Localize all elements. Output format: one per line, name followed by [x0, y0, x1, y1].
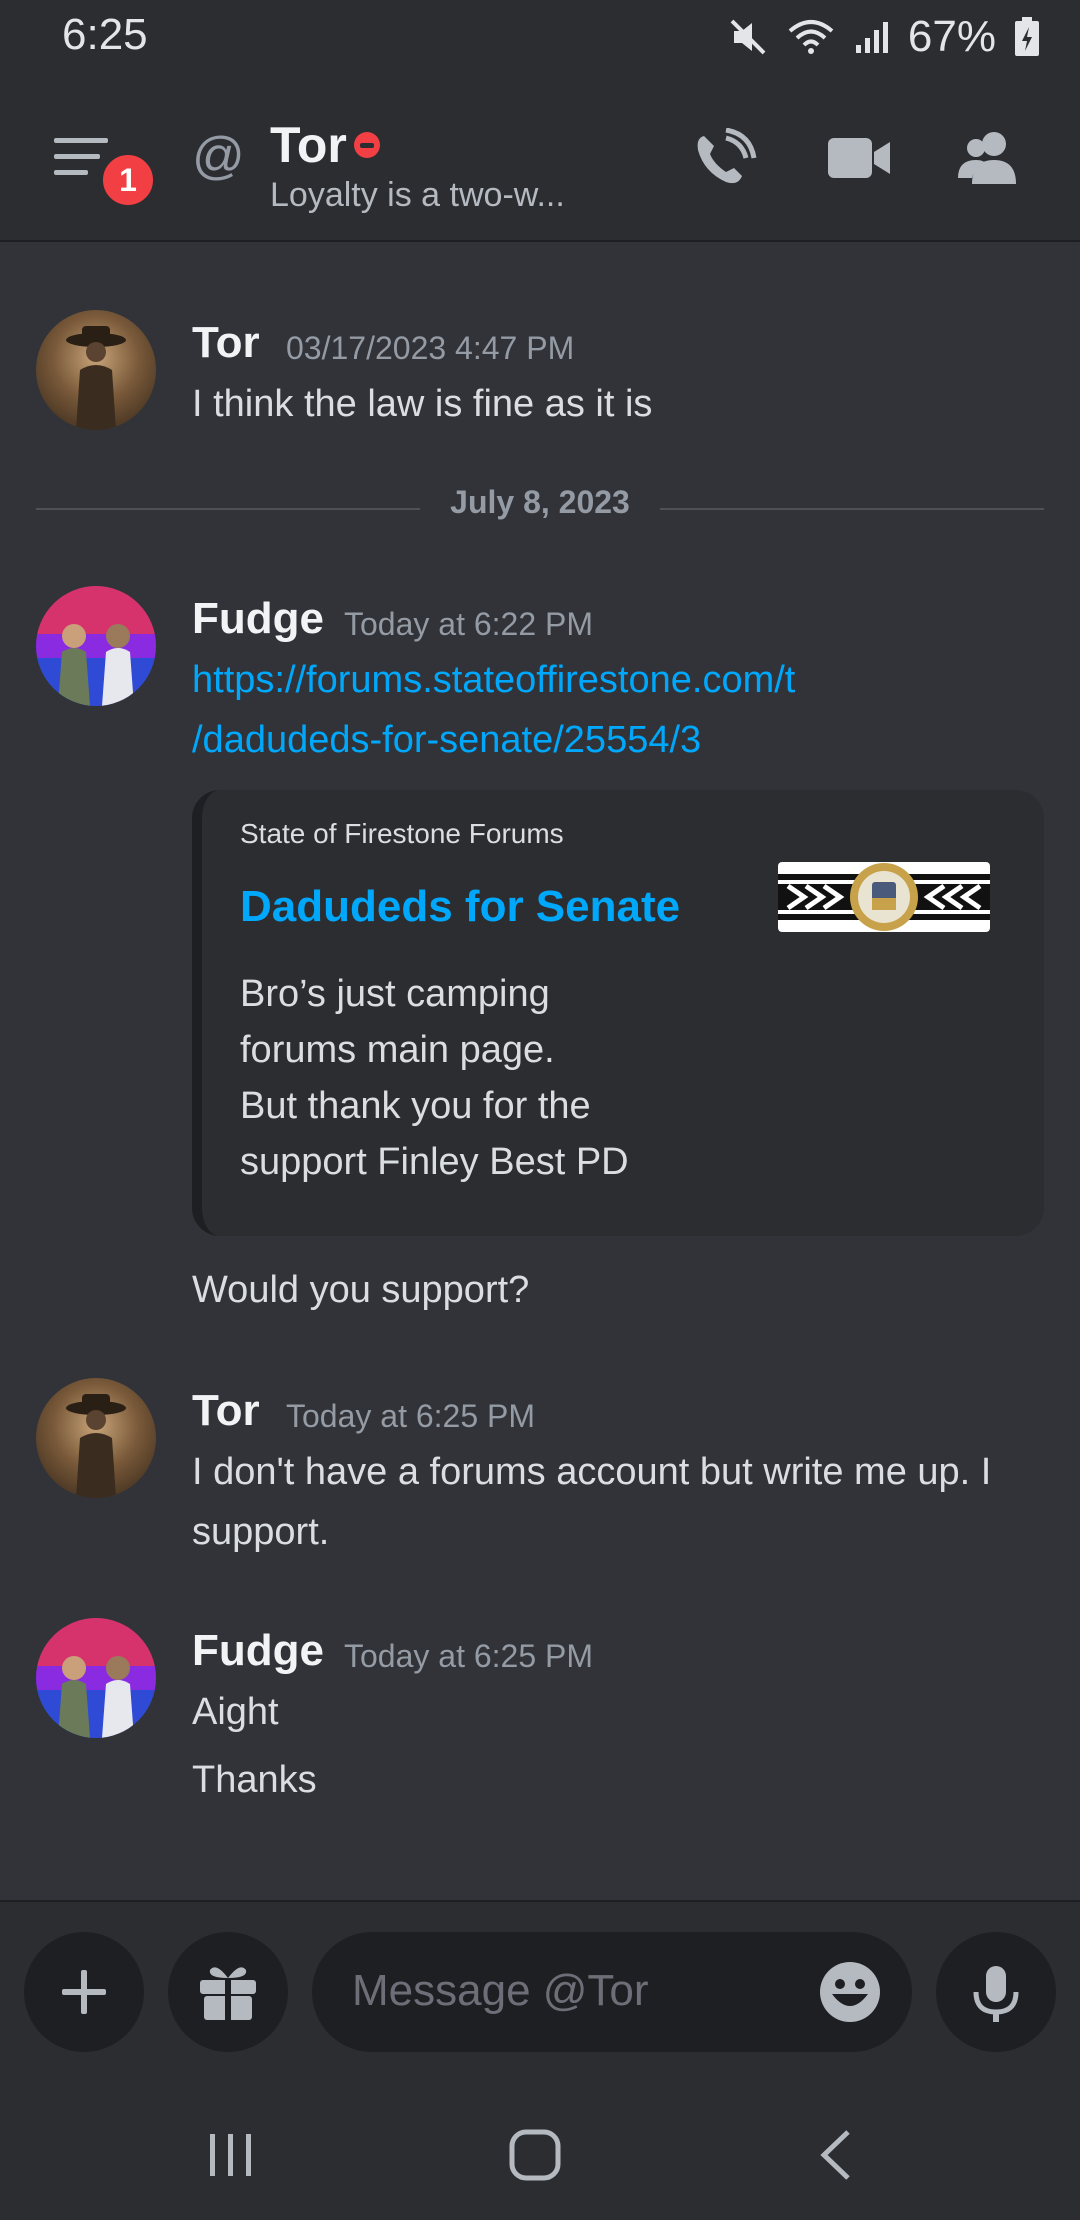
battery-icon [1015, 17, 1039, 56]
message-timestamp: Today at 6:22 PM [344, 606, 594, 642]
recent-apps-icon [210, 2134, 251, 2176]
clock: 6:25 [62, 10, 148, 59]
smiley-icon [820, 1962, 880, 2022]
message-text: Aight [192, 1691, 279, 1733]
date-divider: July 8, 2023 [36, 484, 1044, 520]
avatar[interactable] [36, 310, 156, 430]
divider-line-right [660, 508, 1044, 510]
member-list-button[interactable] [954, 128, 1024, 188]
system-navigation-bar [0, 2080, 1080, 2220]
user-avatar-icon [58, 1656, 134, 1738]
channel-header: 1 @ Tor Loyalty is a two-w... [0, 72, 1080, 242]
wifi-icon [788, 20, 834, 54]
voice-message-button[interactable] [936, 1932, 1056, 2052]
message-input[interactable]: Message @Tor [312, 1932, 912, 2052]
message-timestamp: 03/17/2023 4:47 PM [286, 330, 575, 366]
avatar[interactable] [36, 586, 156, 706]
back-button[interactable] [802, 2120, 872, 2190]
message-author[interactable]: Fudge [192, 1626, 324, 1676]
user-avatar-icon [66, 1394, 126, 1498]
message-author[interactable]: Tor [192, 1386, 260, 1436]
embed-description: Bro’s just camping forums main page. But… [240, 966, 700, 1190]
message-line: I don't have a forums account but write … [192, 1451, 992, 1493]
message-timestamp: Today at 6:25 PM [286, 1398, 536, 1434]
message-input-placeholder: Message @Tor [352, 1966, 649, 2015]
signal-icon [855, 22, 888, 53]
user-avatar-icon [58, 624, 134, 706]
link-line[interactable]: /dadudeds-for-senate/25554/3 [192, 710, 1052, 770]
voice-call-button[interactable] [690, 127, 760, 188]
embed-description-line: forums main page. [240, 1029, 555, 1071]
phone-icon [697, 127, 757, 184]
link-line[interactable]: https://forums.stateoffirestone.com/t [192, 650, 1052, 710]
microphone-icon [973, 1966, 1019, 2022]
message-text: Would you support? [192, 1269, 530, 1311]
video-camera-icon [828, 138, 890, 178]
embed-title[interactable]: Dadudeds for Senate [240, 882, 680, 932]
embed-thumbnail[interactable] [778, 862, 990, 932]
custom-status: Loyalty is a two-w... [270, 176, 565, 214]
home-button[interactable] [500, 2120, 570, 2190]
emoji-button[interactable] [818, 1960, 882, 2024]
add-attachment-button[interactable] [24, 1932, 144, 2052]
dnd-status-icon [354, 132, 380, 158]
user-avatar-icon [66, 326, 126, 430]
members-icon [958, 132, 1016, 184]
video-call-button[interactable] [824, 128, 894, 188]
message-author[interactable]: Tor [192, 318, 260, 368]
message-link[interactable]: https://forums.stateoffirestone.com/t /d… [192, 650, 1052, 770]
embed-description-line: But thank you for the [240, 1085, 591, 1127]
message-text: Thanks [192, 1759, 317, 1801]
embed-provider[interactable]: State of Firestone Forums [240, 818, 564, 850]
message-author[interactable]: Fudge [192, 594, 324, 644]
plus-icon [62, 1970, 106, 2014]
dm-recipient-name[interactable]: Tor [270, 116, 347, 174]
back-chevron-icon [820, 2130, 850, 2180]
message-line: support. [192, 1511, 330, 1553]
message-text: I don't have a forums account but write … [192, 1442, 1052, 1562]
recent-apps-button[interactable] [196, 2120, 266, 2190]
avatar[interactable] [36, 1618, 156, 1738]
embed-description-line: support Finley Best PD [240, 1141, 629, 1183]
gift-icon [200, 1967, 256, 2020]
link-embed[interactable]: State of Firestone Forums Dadudeds for S… [192, 790, 1044, 1236]
firestone-banner-logo [778, 863, 990, 931]
at-icon: @ [192, 127, 245, 185]
message-text: I think the law is fine as it is [192, 383, 653, 425]
battery-percent: 67% [907, 12, 996, 61]
notification-badge: 1 [98, 150, 158, 210]
message-timestamp: Today at 6:25 PM [344, 1638, 594, 1674]
message-composer: Message @Tor [0, 1900, 1080, 2082]
embed-description-line: Bro’s just camping [240, 973, 550, 1015]
mute-icon [730, 19, 766, 55]
home-icon [509, 2129, 561, 2181]
gift-button[interactable] [168, 1932, 288, 2052]
status-bar: 6:25 67% [0, 0, 1080, 72]
avatar[interactable] [36, 1378, 156, 1498]
date-divider-label: July 8, 2023 [450, 484, 630, 520]
